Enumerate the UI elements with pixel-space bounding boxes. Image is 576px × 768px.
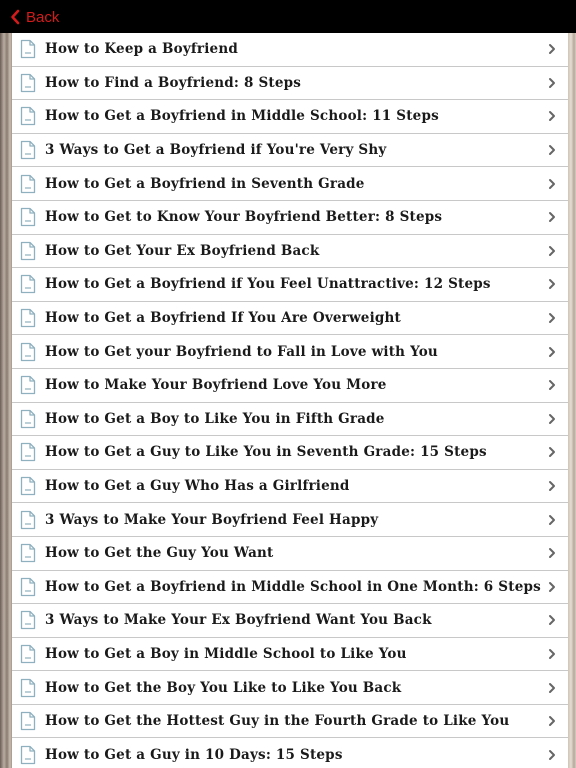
navigation-bar: Back bbox=[0, 0, 576, 33]
chevron-right-icon bbox=[549, 111, 555, 122]
list-item[interactable]: How to Get the Hottest Guy in the Fourth… bbox=[12, 705, 568, 739]
list-item-title: How to Get the Hottest Guy in the Fourth… bbox=[45, 713, 510, 730]
list-item-title: How to Get Your Ex Boyfriend Back bbox=[45, 242, 320, 259]
back-button[interactable]: Back bbox=[10, 7, 59, 27]
document-icon bbox=[20, 678, 36, 697]
document-icon bbox=[20, 376, 36, 395]
list-item[interactable]: How to Get your Boyfriend to Fall in Lov… bbox=[12, 335, 568, 369]
document-icon bbox=[20, 476, 36, 496]
chevron-right-icon bbox=[549, 346, 555, 357]
document-icon bbox=[20, 174, 36, 193]
chevron-right-icon bbox=[549, 648, 555, 659]
chevron-right-icon bbox=[549, 447, 555, 458]
list-item[interactable]: How to Find a Boyfriend: 8 Steps bbox=[12, 67, 568, 101]
list-item-title: How to Get a Boyfriend in Seventh Grade bbox=[45, 175, 365, 192]
list-item-title: How to Get the Guy You Want bbox=[45, 545, 274, 562]
list-item-title: 3 Ways to Get a Boyfriend if You're Very… bbox=[45, 142, 387, 159]
chevron-right-icon bbox=[549, 581, 555, 592]
list-item-title: How to Get to Know Your Boyfriend Better… bbox=[45, 209, 443, 226]
chevron-right-icon bbox=[549, 548, 555, 559]
chevron-right-icon bbox=[549, 77, 555, 88]
document-icon bbox=[20, 140, 36, 160]
document-icon bbox=[20, 577, 36, 596]
list-item[interactable]: How to Get a Boyfriend in Seventh Grade bbox=[12, 167, 568, 201]
list-item-title: How to Get a Guy in 10 Days: 15 Steps bbox=[45, 746, 343, 763]
list-item[interactable]: How to Get the Guy You Want bbox=[12, 537, 568, 571]
list-item[interactable]: 3 Ways to Make Your Ex Boyfriend Want Yo… bbox=[12, 604, 568, 638]
list-item-title: How to Get a Boyfriend in Middle School:… bbox=[45, 108, 439, 125]
chevron-right-icon bbox=[549, 615, 555, 626]
chevron-right-icon bbox=[549, 279, 555, 290]
chevron-right-icon bbox=[549, 380, 555, 391]
list-item[interactable]: How to Make Your Boyfriend Love You More bbox=[12, 369, 568, 403]
document-icon bbox=[20, 308, 36, 328]
chevron-right-icon bbox=[549, 145, 555, 156]
document-icon bbox=[20, 510, 36, 529]
document-icon bbox=[20, 611, 36, 630]
list-item-title: How to Make Your Boyfriend Love You More bbox=[45, 377, 387, 394]
list-item-title: 3 Ways to Make Your Ex Boyfriend Want Yo… bbox=[45, 612, 432, 629]
chevron-right-icon bbox=[549, 716, 555, 727]
list-item[interactable]: How to Get a Boyfriend in Middle School:… bbox=[12, 100, 568, 134]
list-item[interactable]: How to Get the Boy You Like to Like You … bbox=[12, 671, 568, 705]
list-item-title: How to Get a Boyfriend in Middle School … bbox=[45, 578, 541, 595]
chevron-right-icon bbox=[549, 413, 555, 424]
chevron-left-icon bbox=[11, 9, 20, 25]
document-icon bbox=[20, 107, 36, 126]
chevron-right-icon bbox=[549, 212, 555, 223]
chevron-right-icon bbox=[549, 749, 555, 760]
list-item[interactable]: How to Get a Boy in Middle School to Lik… bbox=[12, 638, 568, 672]
list-item[interactable]: How to Get a Boy to Like You in Fifth Gr… bbox=[12, 403, 568, 437]
document-icon bbox=[20, 544, 36, 563]
document-icon bbox=[20, 443, 36, 462]
list-item-title: How to Keep a Boyfriend bbox=[45, 41, 238, 58]
chevron-right-icon bbox=[549, 481, 555, 492]
document-icon bbox=[20, 644, 36, 664]
document-icon bbox=[20, 712, 36, 731]
document-icon bbox=[20, 275, 36, 294]
list-item[interactable]: How to Get a Guy Who Has a Girlfriend bbox=[12, 470, 568, 504]
list-item-title: How to Get a Boy to Like You in Fifth Gr… bbox=[45, 410, 385, 427]
article-list[interactable]: How to Keep a Boyfriend How to Find a Bo… bbox=[12, 33, 568, 768]
list-item[interactable]: 3 Ways to Make Your Boyfriend Feel Happy bbox=[12, 503, 568, 537]
list-item-title: How to Get a Boyfriend if You Feel Unatt… bbox=[45, 276, 491, 293]
chevron-right-icon bbox=[549, 178, 555, 189]
list-item-title: How to Get a Boyfriend If You Are Overwe… bbox=[45, 310, 401, 327]
document-icon bbox=[20, 208, 36, 227]
chevron-right-icon bbox=[549, 44, 555, 55]
list-item[interactable]: How to Get a Guy in 10 Days: 15 Steps bbox=[12, 738, 568, 768]
list-item-title: How to Get a Guy to Like You in Seventh … bbox=[45, 444, 487, 461]
document-icon bbox=[20, 409, 36, 428]
document-icon bbox=[20, 40, 36, 59]
list-item-title: How to Get your Boyfriend to Fall in Lov… bbox=[45, 343, 438, 360]
chevron-right-icon bbox=[549, 245, 555, 256]
list-item-title: How to Find a Boyfriend: 8 Steps bbox=[45, 74, 302, 91]
list-item-title: 3 Ways to Make Your Boyfriend Feel Happy bbox=[45, 511, 379, 528]
list-item[interactable]: How to Get to Know Your Boyfriend Better… bbox=[12, 201, 568, 235]
list-item[interactable]: How to Get a Boyfriend If You Are Overwe… bbox=[12, 302, 568, 336]
document-icon bbox=[20, 241, 36, 261]
chevron-right-icon bbox=[549, 682, 555, 693]
document-icon bbox=[20, 73, 36, 93]
document-icon bbox=[20, 342, 36, 361]
list-item-title: How to Get a Guy Who Has a Girlfriend bbox=[45, 478, 350, 495]
list-item[interactable]: How to Get a Boyfriend in Middle School … bbox=[12, 571, 568, 605]
list-item[interactable]: 3 Ways to Get a Boyfriend if You're Very… bbox=[12, 134, 568, 168]
list-item[interactable]: How to Keep a Boyfriend bbox=[12, 33, 568, 67]
list-item[interactable]: How to Get a Guy to Like You in Seventh … bbox=[12, 436, 568, 470]
list-item[interactable]: How to Get a Boyfriend if You Feel Unatt… bbox=[12, 268, 568, 302]
chevron-right-icon bbox=[549, 514, 555, 525]
list-item-title: How to Get the Boy You Like to Like You … bbox=[45, 679, 402, 696]
chevron-right-icon bbox=[549, 313, 555, 324]
document-icon bbox=[20, 745, 36, 764]
list-item[interactable]: How to Get Your Ex Boyfriend Back bbox=[12, 235, 568, 269]
list-item-title: How to Get a Boy in Middle School to Lik… bbox=[45, 645, 407, 662]
back-label: Back bbox=[26, 8, 60, 26]
